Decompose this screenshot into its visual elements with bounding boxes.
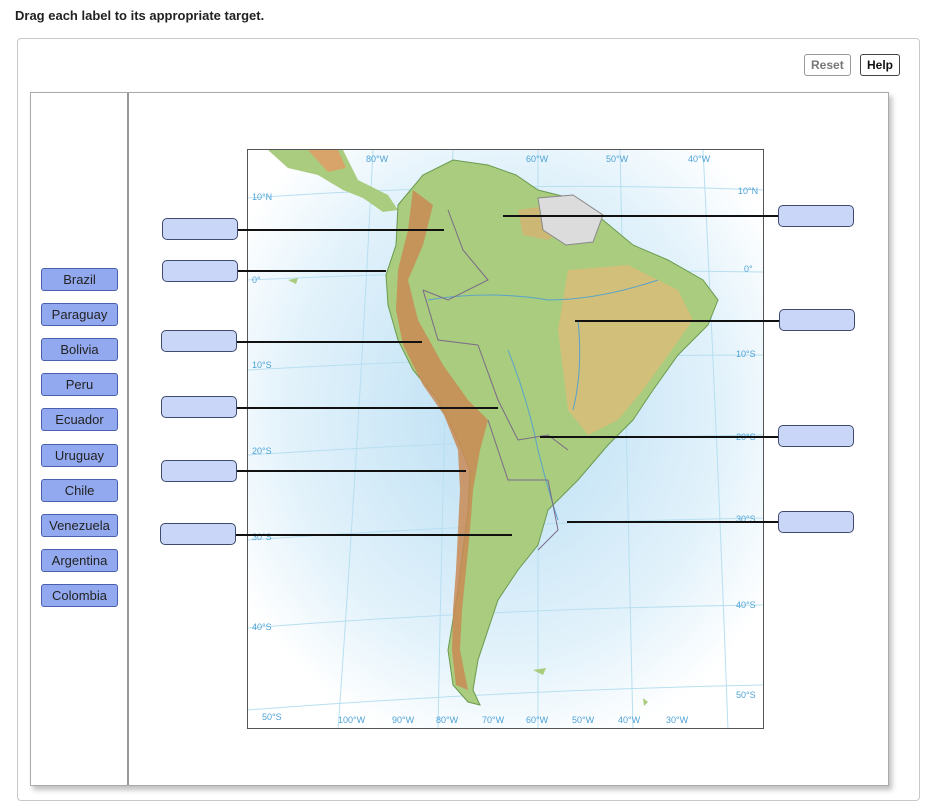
- drop-target-right-2[interactable]: [779, 309, 855, 331]
- leader-line: [236, 341, 422, 343]
- map-illustration: 80°W 60°W 50°W 40°W 100°W 90°W 80°W 70°W…: [248, 150, 763, 728]
- label-uruguay[interactable]: Uruguay: [41, 444, 118, 467]
- label-ecuador[interactable]: Ecuador: [41, 408, 118, 431]
- drop-target-right-1[interactable]: [778, 205, 854, 227]
- lat-left-10s: 10°S: [252, 360, 272, 370]
- south-america-map: 80°W 60°W 50°W 40°W 100°W 90°W 80°W 70°W…: [247, 149, 764, 729]
- lat-left-20s: 20°S: [252, 446, 272, 456]
- leader-line: [540, 436, 779, 438]
- label-venezuela[interactable]: Venezuela: [41, 514, 118, 537]
- label-peru[interactable]: Peru: [41, 373, 118, 396]
- leader-line: [236, 270, 386, 272]
- leader-line: [236, 229, 444, 231]
- label-chile[interactable]: Chile: [41, 479, 118, 502]
- lon-bottom-80w: 80°W: [436, 715, 459, 725]
- lat-left-40s: 40°S: [252, 622, 272, 632]
- label-colombia[interactable]: Colombia: [41, 584, 118, 607]
- leader-line: [236, 470, 466, 472]
- help-button[interactable]: Help: [860, 54, 901, 76]
- leader-line: [503, 215, 779, 217]
- leader-line: [567, 521, 779, 523]
- lon-bottom-50w: 50°W: [572, 715, 595, 725]
- lat-left-0: 0°: [252, 275, 261, 285]
- leader-line: [575, 320, 779, 322]
- lon-bottom-70w: 70°W: [482, 715, 505, 725]
- lon-top-40w: 40°W: [688, 154, 711, 164]
- lat-right-30s: 30°S: [736, 514, 756, 524]
- leader-line: [236, 534, 512, 536]
- drop-target-right-3[interactable]: [778, 425, 854, 447]
- lat-right-0: 0°: [744, 264, 753, 274]
- lon-bottom-60w: 60°W: [526, 715, 549, 725]
- drop-target-right-4[interactable]: [778, 511, 854, 533]
- drop-target-left-3[interactable]: [161, 330, 237, 352]
- lon-bottom-90w: 90°W: [392, 715, 415, 725]
- drop-target-left-5[interactable]: [161, 460, 237, 482]
- lon-bottom-100w: 100°W: [338, 715, 366, 725]
- reset-button[interactable]: Reset: [804, 54, 851, 76]
- label-bolivia[interactable]: Bolivia: [41, 338, 118, 361]
- lat-left-10n: 10°N: [252, 192, 272, 202]
- leader-line: [236, 407, 498, 409]
- lon-top-60w: 60°W: [526, 154, 549, 164]
- drop-target-left-2[interactable]: [162, 260, 238, 282]
- lon-top-50w: 50°W: [606, 154, 629, 164]
- drop-target-left-1[interactable]: [162, 218, 238, 240]
- lat-right-50s: 50°S: [736, 690, 756, 700]
- drop-target-left-4[interactable]: [161, 396, 237, 418]
- instruction-text: Drag each label to its appropriate targe…: [15, 8, 265, 23]
- drop-target-left-6[interactable]: [160, 523, 236, 545]
- label-brazil[interactable]: Brazil: [41, 268, 118, 291]
- lat-right-10n: 10°N: [738, 186, 758, 196]
- lon-bottom-30w: 30°W: [666, 715, 689, 725]
- label-bank-divider: [127, 93, 129, 785]
- lat-left-50s: 50°S: [262, 712, 282, 722]
- label-argentina[interactable]: Argentina: [41, 549, 118, 572]
- lon-top-80w: 80°W: [366, 154, 389, 164]
- label-paraguay[interactable]: Paraguay: [41, 303, 118, 326]
- lon-bottom-40w: 40°W: [618, 715, 641, 725]
- lat-right-40s: 40°S: [736, 600, 756, 610]
- lat-right-10s: 10°S: [736, 349, 756, 359]
